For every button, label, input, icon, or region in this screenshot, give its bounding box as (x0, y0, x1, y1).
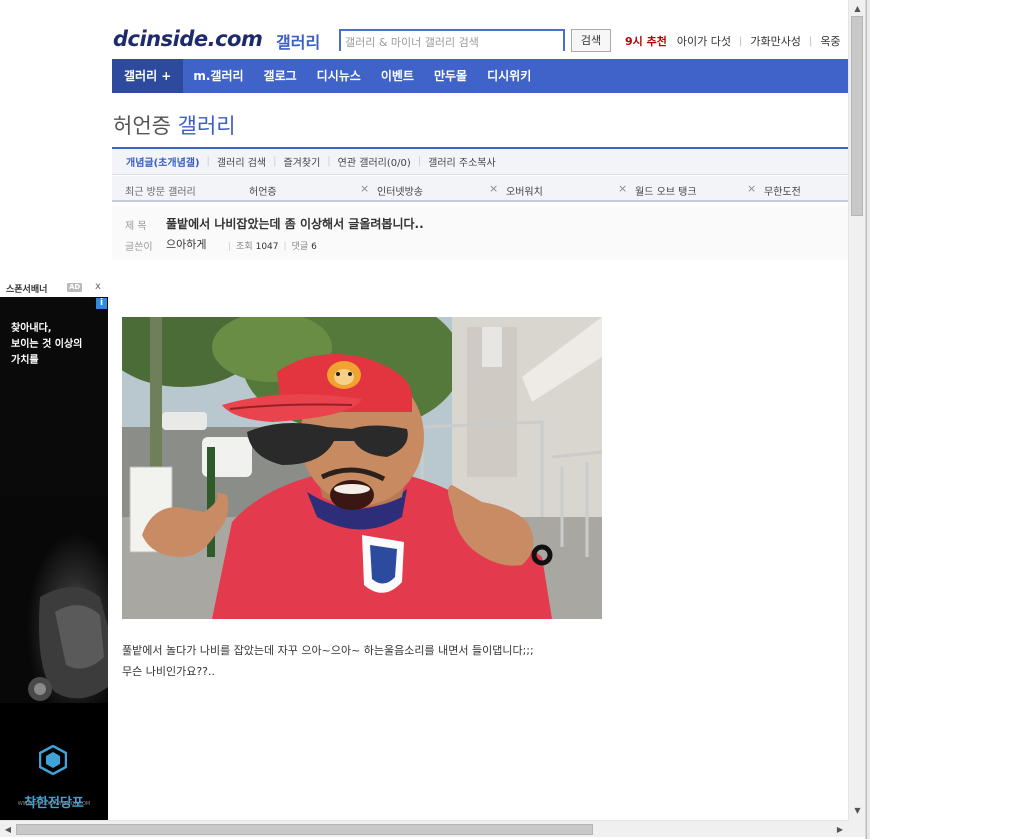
scroll-left-arrow-icon[interactable]: ◀ (2, 821, 14, 838)
gallery-suffix: 갤러리 (177, 114, 236, 138)
sponsor-label: 스폰서배너 (6, 285, 48, 295)
scroll-up-arrow-icon[interactable]: ▲ (849, 2, 865, 16)
scroll-down-arrow-icon[interactable]: ▼ (849, 804, 865, 818)
tab-related-galleries[interactable]: 연관 갤러리(0/0) (338, 154, 411, 169)
gallery-search-input[interactable] (341, 33, 563, 52)
nav-item-mandumall[interactable]: 만두몰 (424, 59, 477, 93)
post-header: 제 목 풀밭에서 나비잡았는데 좀 이상해서 글올려봅니다.. 글쓴이 으아하게… (112, 206, 848, 260)
sponsor-ad-banner[interactable]: i 찾아내다, 보이는 것 이상의 가치를 착한전당포 WWW.GOODPAWN… (0, 297, 108, 820)
comments-label: 댓글 (291, 242, 309, 252)
vertical-scrollbar[interactable]: ▲ ▼ (848, 0, 865, 820)
browser-viewport: dcinside.com 갤러리 검색 9시 추천 아이가 다섯 | 가화만사성… (0, 0, 866, 839)
desktop-background (870, 0, 1024, 839)
gallery-search-box (339, 29, 565, 52)
horizontal-scrollbar[interactable]: ◀ ▶ (0, 820, 848, 837)
comments-count: 6 (311, 242, 317, 252)
ad-brand-url: WWW.GOODPAWNSHOP.COM (17, 801, 91, 807)
top-link-divider: | (808, 35, 813, 47)
recent-galleries-bar: 최근 방문 갤러리 허언증 × 인터넷방송 × 오버워치 × 월드 오브 탱크 … (112, 176, 848, 202)
post-meta: | 조회 1047 | 댓글 6 (223, 239, 317, 252)
recent-gallery-item[interactable]: 허언증 (249, 183, 277, 198)
post-body: 풀밭에서 놀다가 나비를 잡았는데 자꾸 으아~으아~ 하는울음소리를 내면서 … (122, 640, 602, 682)
top-link[interactable]: 옥중 (820, 33, 840, 49)
logo-gallery-link[interactable]: 갤러리 (276, 29, 320, 53)
recent-gallery-item[interactable]: 인터넷방송 (377, 183, 423, 198)
scroll-right-arrow-icon[interactable]: ▶ (834, 821, 846, 838)
post-photo-illustration (122, 317, 602, 619)
recent-galleries-label: 최근 방문 갤러리 (125, 187, 196, 198)
recent-gallery-item[interactable]: 오버워치 (506, 183, 543, 198)
gallery-title[interactable]: 허언증 갤러리 (113, 110, 236, 140)
post-body-line: 무슨 나비인가요??.. (122, 665, 216, 678)
views-label: 조회 (236, 242, 253, 252)
remove-recent-icon[interactable]: × (747, 182, 756, 195)
top-link-divider: | (738, 35, 743, 47)
nav-item-event[interactable]: 이벤트 (371, 59, 424, 93)
sponsor-banner-header: 스폰서배너 AD x (0, 280, 108, 297)
search-button[interactable]: 검색 (571, 29, 611, 52)
tab-favorites[interactable]: 즐겨찾기 (283, 154, 320, 169)
recent-gallery-item[interactable]: 월드 오브 탱크 (635, 183, 697, 198)
meta-divider: | (228, 242, 232, 252)
site-logo[interactable]: dcinside.com (113, 27, 263, 51)
recent-gallery-item[interactable]: 무한도전 (764, 183, 801, 198)
writer-label: 글쓴이 (125, 242, 153, 253)
hexagon-logo-icon (39, 745, 67, 775)
nav-item-gallog[interactable]: 갤로그 (254, 59, 307, 93)
post-photo[interactable] (122, 317, 602, 619)
remove-recent-icon[interactable]: × (489, 182, 498, 195)
nav-item-gallery[interactable]: 갤러리 + (112, 59, 184, 93)
scrollbar-corner (848, 820, 865, 837)
ad-artwork (0, 297, 108, 820)
nav-item-dcnews[interactable]: 디시뉴스 (307, 59, 371, 93)
tab-divider: | (206, 156, 210, 167)
ad-badge: AD (67, 283, 83, 292)
top-link[interactable]: 가화만사성 (750, 33, 801, 49)
horizontal-scroll-thumb[interactable] (16, 824, 593, 835)
tab-divider: | (273, 156, 277, 167)
close-banner-button[interactable]: x (95, 281, 101, 292)
tab-gallery-search[interactable]: 갤러리 검색 (217, 154, 266, 169)
tab-best-posts[interactable]: 개념글(초개념갤) (126, 154, 200, 169)
tab-divider: | (327, 156, 331, 167)
nav-item-dcwiki[interactable]: 디시위키 (477, 59, 541, 93)
tab-copy-address[interactable]: 갤러리 주소복사 (428, 154, 496, 169)
main-navbar: 갤러리 + m.갤러리 갤로그 디시뉴스 이벤트 만두몰 디시위키 (112, 59, 848, 93)
gallery-tabs: 개념글(초개념갤) | 갤러리 검색 | 즐겨찾기 | 연관 갤러리(0/0) … (112, 147, 848, 175)
remove-recent-icon[interactable]: × (360, 182, 369, 195)
post-writer[interactable]: 으아하게 (166, 236, 206, 252)
top-link[interactable]: 아이가 다섯 (677, 33, 731, 49)
post-title: 풀밭에서 나비잡았는데 좀 이상해서 글올려봅니다.. (166, 217, 424, 231)
top-link-hot[interactable]: 9시 추천 (625, 33, 667, 49)
ad-info-icon[interactable]: i (96, 298, 107, 309)
meta-divider: | (283, 242, 287, 252)
post-body-line: 풀밭에서 놀다가 나비를 잡았는데 자꾸 으아~으아~ 하는울음소리를 내면서 … (122, 644, 534, 657)
remove-recent-icon[interactable]: × (618, 182, 627, 195)
nav-item-mobile-gallery[interactable]: m.갤러리 (183, 59, 253, 93)
tab-divider: | (417, 156, 422, 167)
gallery-name: 허언증 (113, 114, 171, 138)
top-links: 9시 추천 아이가 다섯 | 가화만사성 | 옥중 (625, 33, 849, 49)
title-label: 제 목 (125, 221, 147, 232)
views-count: 1047 (255, 242, 279, 252)
ad-copy-text: 찾아내다, 보이는 것 이상의 가치를 (11, 323, 83, 366)
vertical-scroll-thumb[interactable] (851, 16, 863, 216)
